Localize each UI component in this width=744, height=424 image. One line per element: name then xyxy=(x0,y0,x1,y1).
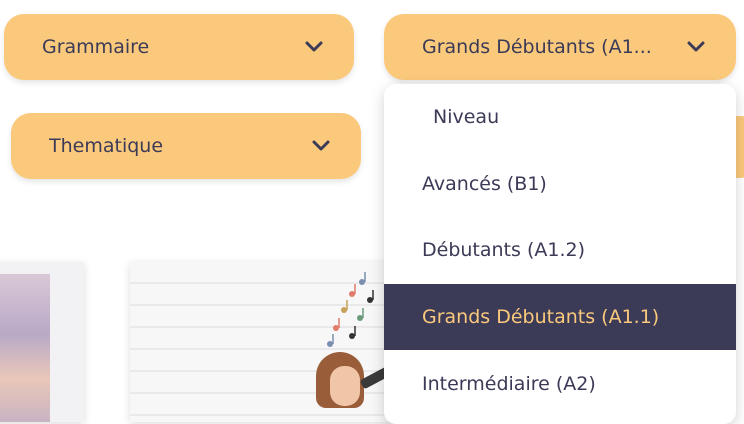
niveau-dropdown-menu: Niveau Avancés (B1) Débutants (A1.2) Gra… xyxy=(384,84,736,424)
chevron-down-icon xyxy=(687,41,705,52)
niveau-select[interactable]: Grands Débutants (A1... xyxy=(384,14,736,80)
dropdown-option-intermediaire[interactable]: Intermédiaire (A2) xyxy=(384,351,736,417)
chevron-down-icon xyxy=(305,41,323,52)
dropdown-option-avances[interactable]: Avancés (B1) xyxy=(384,151,736,217)
music-notes-illustration xyxy=(327,272,374,347)
grammaire-select-label: Grammaire xyxy=(42,36,150,58)
grammaire-select[interactable]: Grammaire xyxy=(4,14,354,80)
thematique-select-label: Thematique xyxy=(49,135,164,157)
dropdown-option-grands-debutants[interactable]: Grands Débutants (A1.1) xyxy=(384,284,736,350)
dropdown-header: Niveau xyxy=(433,106,500,128)
card-image xyxy=(0,274,50,422)
content-card[interactable] xyxy=(0,262,84,422)
dropdown-option-debutants[interactable]: Débutants (A1.2) xyxy=(384,217,736,283)
niveau-select-label: Grands Débutants (A1... xyxy=(422,36,652,58)
thematique-select[interactable]: Thematique xyxy=(11,113,361,179)
chevron-down-icon xyxy=(312,140,330,151)
girl-face xyxy=(330,366,360,406)
